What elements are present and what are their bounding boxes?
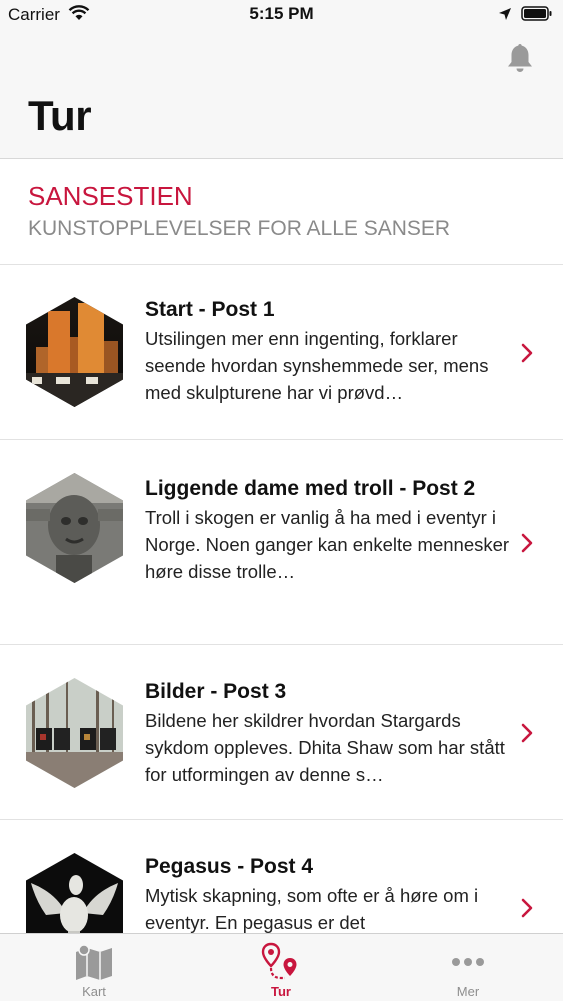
post-title: Pegasus - Post 4 bbox=[145, 855, 314, 878]
post-list: Start - Post 1 Utsilingen mer enn ingent… bbox=[0, 265, 563, 994]
post-text: Pegasus - Post 4 Mytisk skapning, som of… bbox=[145, 852, 515, 936]
post-text: Bilder - Post 3 Bildene her skildrer hvo… bbox=[145, 677, 515, 788]
list-item[interactable]: Liggende dame med troll - Post 2 Troll i… bbox=[0, 440, 563, 645]
tab-label: Kart bbox=[82, 984, 106, 999]
tab-bar: Kart Tur Mer bbox=[0, 933, 563, 1001]
post-description: Utsilingen mer enn ingenting, forklarer … bbox=[145, 328, 489, 403]
chevron-right-icon bbox=[521, 898, 533, 918]
tab-label: Mer bbox=[456, 984, 480, 999]
post-thumbnail bbox=[26, 678, 123, 788]
route-title: SANSESTIEN bbox=[28, 181, 193, 211]
post-text: Start - Post 1 Utsilingen mer enn ingent… bbox=[145, 295, 515, 406]
navigation-header: Tur bbox=[0, 30, 563, 159]
post-description: Bildene her skildrer hvordan Stargards s… bbox=[145, 710, 505, 785]
post-title: Bilder - Post 3 bbox=[145, 680, 287, 703]
route-pins-icon bbox=[261, 942, 297, 980]
bell-icon[interactable] bbox=[505, 42, 535, 79]
post-title: Start - Post 1 bbox=[145, 298, 275, 321]
post-title: Liggende dame med troll - Post 2 bbox=[145, 477, 476, 500]
chevron-right-icon bbox=[521, 343, 533, 363]
post-thumbnail bbox=[26, 473, 123, 583]
map-icon bbox=[76, 944, 112, 980]
tab-tur[interactable]: Tur bbox=[221, 934, 341, 1001]
more-dots-icon bbox=[452, 958, 484, 966]
route-subtitle: KUNSTOPPLEVELSER FOR ALLE SANSER bbox=[28, 217, 451, 240]
tab-kart[interactable]: Kart bbox=[34, 934, 154, 1001]
list-item[interactable]: Start - Post 1 Utsilingen mer enn ingent… bbox=[0, 265, 563, 440]
chevron-right-icon bbox=[521, 533, 533, 553]
location-arrow-icon bbox=[498, 7, 512, 26]
list-item[interactable]: Bilder - Post 3 Bildene her skildrer hvo… bbox=[0, 645, 563, 820]
chevron-right-icon bbox=[521, 723, 533, 743]
battery-icon bbox=[521, 6, 553, 27]
page-title: Tur bbox=[28, 92, 92, 139]
tab-mer[interactable]: Mer bbox=[408, 934, 528, 1001]
route-header: SANSESTIEN KUNSTOPPLEVELSER FOR ALLE SAN… bbox=[0, 159, 563, 265]
status-bar: Carrier 5:15 PM bbox=[0, 0, 563, 30]
post-description: Mytisk skapning, som ofte er å høre om i… bbox=[145, 885, 479, 933]
post-thumbnail bbox=[26, 297, 123, 407]
tab-label: Tur bbox=[271, 984, 291, 999]
post-text: Liggende dame med troll - Post 2 Troll i… bbox=[145, 474, 515, 585]
post-description: Troll i skogen er vanlig å ha med i even… bbox=[145, 507, 510, 582]
clock-time: 5:15 PM bbox=[249, 4, 314, 23]
